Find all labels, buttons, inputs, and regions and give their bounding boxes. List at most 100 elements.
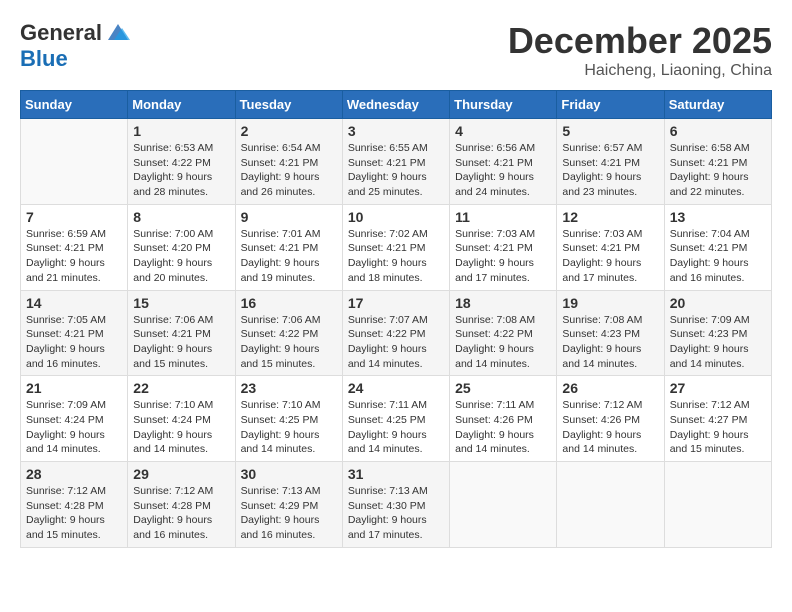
- day-number: 22: [133, 380, 229, 396]
- day-number: 12: [562, 209, 658, 225]
- calendar-day-cell: 15 Sunrise: 7:06 AMSunset: 4:21 PMDayligh…: [128, 290, 235, 376]
- day-number: 17: [348, 295, 444, 311]
- day-info: Sunrise: 7:00 AMSunset: 4:20 PMDaylight:…: [133, 227, 229, 286]
- calendar-day-cell: 29 Sunrise: 7:12 AMSunset: 4:28 PMDayligh…: [128, 462, 235, 548]
- calendar-day-cell: 4Sunrise: 6:56 AMSunset: 4:21 PMDaylight…: [450, 119, 557, 205]
- calendar-day-cell: 10 Sunrise: 7:02 AMSunset: 4:21 PMDayligh…: [342, 204, 449, 290]
- calendar-day-cell: 8 Sunrise: 7:00 AMSunset: 4:20 PMDaylight…: [128, 204, 235, 290]
- calendar-week-row: 21 Sunrise: 7:09 AMSunset: 4:24 PMDayligh…: [21, 376, 772, 462]
- day-number: 18: [455, 295, 551, 311]
- day-info: Sunrise: 6:53 AMSunset: 4:22 PMDaylight:…: [133, 141, 229, 200]
- day-number: 20: [670, 295, 766, 311]
- day-info: Sunrise: 7:08 AMSunset: 4:22 PMDaylight:…: [455, 313, 551, 372]
- day-info: Sunrise: 7:09 AMSunset: 4:24 PMDaylight:…: [26, 398, 122, 457]
- calendar-day-cell: 16Sunrise: 7:06 AMSunset: 4:22 PMDayligh…: [235, 290, 342, 376]
- day-info: Sunrise: 7:11 AMSunset: 4:26 PMDaylight:…: [455, 398, 551, 457]
- day-info: Sunrise: 7:03 AMSunset: 4:21 PMDaylight:…: [562, 227, 658, 286]
- day-number: 28: [26, 466, 122, 482]
- day-number: 3: [348, 123, 444, 139]
- logo: General Blue: [20, 20, 132, 72]
- day-info: Sunrise: 7:06 AMSunset: 4:21 PMDaylight:…: [133, 313, 229, 372]
- logo-general-text: General: [20, 20, 102, 46]
- calendar-day-header: Wednesday: [342, 91, 449, 119]
- page-header: General Blue December 2025 Haicheng, Lia…: [20, 20, 772, 80]
- day-number: 21: [26, 380, 122, 396]
- day-info: Sunrise: 6:58 AMSunset: 4:21 PMDaylight:…: [670, 141, 766, 200]
- calendar-day-cell: 18 Sunrise: 7:08 AMSunset: 4:22 PMDayligh…: [450, 290, 557, 376]
- day-number: 13: [670, 209, 766, 225]
- day-info: Sunrise: 7:02 AMSunset: 4:21 PMDaylight:…: [348, 227, 444, 286]
- day-info: Sunrise: 7:09 AMSunset: 4:23 PMDaylight:…: [670, 313, 766, 372]
- day-info: Sunrise: 7:12 AMSunset: 4:28 PMDaylight:…: [26, 484, 122, 543]
- calendar-day-cell: 6Sunrise: 6:58 AMSunset: 4:21 PMDaylight…: [664, 119, 771, 205]
- logo-icon: [104, 22, 132, 44]
- calendar-day-cell: 31 Sunrise: 7:13 AMSunset: 4:30 PMDayligh…: [342, 462, 449, 548]
- day-info: Sunrise: 6:55 AMSunset: 4:21 PMDaylight:…: [348, 141, 444, 200]
- calendar-day-cell: 12 Sunrise: 7:03 AMSunset: 4:21 PMDayligh…: [557, 204, 664, 290]
- day-info: Sunrise: 7:12 AMSunset: 4:27 PMDaylight:…: [670, 398, 766, 457]
- day-info: Sunrise: 7:03 AMSunset: 4:21 PMDaylight:…: [455, 227, 551, 286]
- day-number: 14: [26, 295, 122, 311]
- day-info: Sunrise: 6:57 AMSunset: 4:21 PMDaylight:…: [562, 141, 658, 200]
- calendar-day-cell: 22 Sunrise: 7:10 AMSunset: 4:24 PMDayligh…: [128, 376, 235, 462]
- calendar-day-cell: 11 Sunrise: 7:03 AMSunset: 4:21 PMDayligh…: [450, 204, 557, 290]
- calendar-day-cell: 2Sunrise: 6:54 AMSunset: 4:21 PMDaylight…: [235, 119, 342, 205]
- day-number: 27: [670, 380, 766, 396]
- location-title: Haicheng, Liaoning, China: [508, 62, 772, 80]
- calendar-week-row: 7Sunrise: 6:59 AMSunset: 4:21 PMDaylight…: [21, 204, 772, 290]
- calendar-day-cell: [21, 119, 128, 205]
- day-info: Sunrise: 7:13 AMSunset: 4:29 PMDaylight:…: [241, 484, 337, 543]
- calendar-header-row: SundayMondayTuesdayWednesdayThursdayFrid…: [21, 91, 772, 119]
- day-info: Sunrise: 7:13 AMSunset: 4:30 PMDaylight:…: [348, 484, 444, 543]
- day-info: Sunrise: 7:05 AMSunset: 4:21 PMDaylight:…: [26, 313, 122, 372]
- day-info: Sunrise: 7:11 AMSunset: 4:25 PMDaylight:…: [348, 398, 444, 457]
- day-number: 15: [133, 295, 229, 311]
- calendar-week-row: 1Sunrise: 6:53 AMSunset: 4:22 PMDaylight…: [21, 119, 772, 205]
- calendar-day-cell: [450, 462, 557, 548]
- day-number: 19: [562, 295, 658, 311]
- calendar-day-cell: 28 Sunrise: 7:12 AMSunset: 4:28 PMDayligh…: [21, 462, 128, 548]
- day-info: Sunrise: 7:08 AMSunset: 4:23 PMDaylight:…: [562, 313, 658, 372]
- calendar-table: SundayMondayTuesdayWednesdayThursdayFrid…: [20, 90, 772, 548]
- calendar-day-cell: [557, 462, 664, 548]
- calendar-day-cell: 21 Sunrise: 7:09 AMSunset: 4:24 PMDayligh…: [21, 376, 128, 462]
- calendar-day-cell: 9 Sunrise: 7:01 AMSunset: 4:21 PMDaylight…: [235, 204, 342, 290]
- day-info: Sunrise: 7:12 AMSunset: 4:26 PMDaylight:…: [562, 398, 658, 457]
- calendar-day-cell: 27 Sunrise: 7:12 AMSunset: 4:27 PMDayligh…: [664, 376, 771, 462]
- day-number: 11: [455, 209, 551, 225]
- day-number: 29: [133, 466, 229, 482]
- day-info: Sunrise: 7:01 AMSunset: 4:21 PMDaylight:…: [241, 227, 337, 286]
- day-number: 30: [241, 466, 337, 482]
- day-number: 16: [241, 295, 337, 311]
- title-block: December 2025 Haicheng, Liaoning, China: [508, 20, 772, 80]
- calendar-day-cell: 7Sunrise: 6:59 AMSunset: 4:21 PMDaylight…: [21, 204, 128, 290]
- calendar-day-cell: 17Sunrise: 7:07 AMSunset: 4:22 PMDayligh…: [342, 290, 449, 376]
- calendar-day-cell: 30 Sunrise: 7:13 AMSunset: 4:29 PMDayligh…: [235, 462, 342, 548]
- day-info: Sunrise: 7:12 AMSunset: 4:28 PMDaylight:…: [133, 484, 229, 543]
- day-info: Sunrise: 7:04 AMSunset: 4:21 PMDaylight:…: [670, 227, 766, 286]
- calendar-day-cell: 1Sunrise: 6:53 AMSunset: 4:22 PMDaylight…: [128, 119, 235, 205]
- day-number: 10: [348, 209, 444, 225]
- calendar-day-header: Thursday: [450, 91, 557, 119]
- day-number: 8: [133, 209, 229, 225]
- calendar-day-header: Sunday: [21, 91, 128, 119]
- calendar-day-cell: 19 Sunrise: 7:08 AMSunset: 4:23 PMDayligh…: [557, 290, 664, 376]
- day-info: Sunrise: 7:10 AMSunset: 4:24 PMDaylight:…: [133, 398, 229, 457]
- calendar-day-cell: 23Sunrise: 7:10 AMSunset: 4:25 PMDayligh…: [235, 376, 342, 462]
- calendar-day-cell: 26 Sunrise: 7:12 AMSunset: 4:26 PMDayligh…: [557, 376, 664, 462]
- calendar-day-cell: 20 Sunrise: 7:09 AMSunset: 4:23 PMDayligh…: [664, 290, 771, 376]
- day-info: Sunrise: 6:59 AMSunset: 4:21 PMDaylight:…: [26, 227, 122, 286]
- day-number: 5: [562, 123, 658, 139]
- day-number: 31: [348, 466, 444, 482]
- logo-blue-text: Blue: [20, 46, 68, 72]
- day-number: 2: [241, 123, 337, 139]
- day-number: 26: [562, 380, 658, 396]
- calendar-day-header: Tuesday: [235, 91, 342, 119]
- month-title: December 2025: [508, 20, 772, 62]
- day-number: 4: [455, 123, 551, 139]
- calendar-day-header: Friday: [557, 91, 664, 119]
- calendar-week-row: 28 Sunrise: 7:12 AMSunset: 4:28 PMDayligh…: [21, 462, 772, 548]
- calendar-day-cell: [664, 462, 771, 548]
- calendar-day-cell: 3 Sunrise: 6:55 AMSunset: 4:21 PMDaylight…: [342, 119, 449, 205]
- day-number: 9: [241, 209, 337, 225]
